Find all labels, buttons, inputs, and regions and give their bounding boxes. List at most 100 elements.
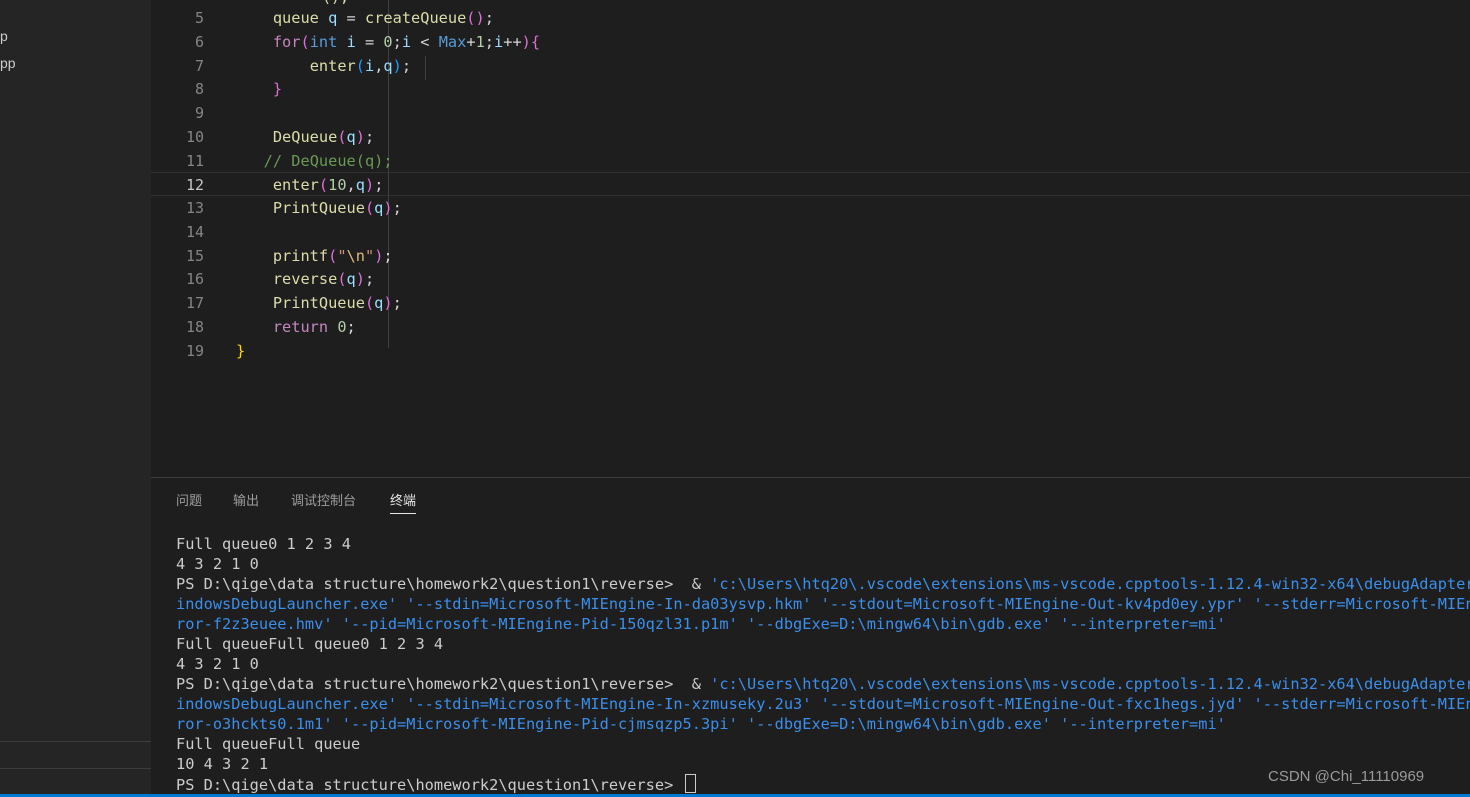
terminal-cursor	[684, 774, 696, 793]
code-token: =	[355, 32, 384, 51]
code-token: )	[364, 176, 375, 195]
code-token: "	[364, 246, 375, 265]
code-token: }	[236, 341, 246, 360]
terminal-line: Full queueFull queue	[176, 734, 1470, 754]
panel-tab[interactable]: 调试控制台	[291, 490, 356, 509]
code-text: enter(i,q);	[236, 54, 411, 78]
code-token: return	[272, 317, 329, 336]
code-token: ;	[364, 270, 375, 289]
code-line[interactable]: 9	[151, 101, 1470, 125]
terminal-output[interactable]: Full queue0 1 2 3 4 4 3 2 1 0 PS D:\qige\d…	[176, 534, 1470, 794]
code-token: ++	[503, 32, 522, 51]
code-token: (	[337, 127, 347, 146]
code-text: PrintQueue(q);	[236, 291, 402, 315]
code-token: (	[355, 56, 365, 75]
code-token: queue	[272, 9, 319, 27]
file-item-1[interactable]: p	[0, 28, 8, 44]
code-text: PrintQueue(q);	[236, 196, 402, 220]
code-text: queue q = createQueue();	[236, 6, 494, 30]
code-token: PrintQueue	[272, 294, 365, 312]
code-token: (	[364, 199, 375, 217]
code-token: (	[328, 246, 338, 265]
sidebar-divider	[0, 768, 151, 769]
code-token: =	[337, 9, 365, 27]
file-item-2[interactable]: pp	[0, 55, 16, 71]
line-number: 7	[194, 56, 204, 75]
code-line[interactable]: 5 queue q = createQueue();	[151, 6, 1470, 30]
code-token: ;	[484, 32, 495, 51]
explorer-sidebar: p pp	[0, 0, 151, 797]
code-token: )	[355, 270, 365, 289]
code-token: ;	[346, 317, 356, 336]
code-line[interactable]: 13 PrintQueue(q);	[151, 196, 1470, 220]
terminal-line: ror-f2z3euee.hmv' '--pid=Microsoft-MIEng…	[176, 614, 1470, 634]
code-text: for(int i = 0;i < Max+1;i++){	[236, 30, 540, 54]
code-line[interactable]: 16 reverse(q);	[151, 267, 1470, 291]
panel-tab[interactable]: 终端	[390, 490, 417, 514]
code-line[interactable]: 10 DeQueue(q);	[151, 125, 1470, 149]
code-token: <	[411, 32, 439, 51]
code-token: 10	[328, 176, 347, 195]
code-token: )	[521, 32, 531, 51]
terminal-text: PS D:\qige\data structure\homework2\ques…	[176, 776, 683, 794]
code-text: // DeQueue(q);	[236, 149, 393, 173]
code-token: ;	[484, 9, 494, 27]
sidebar-divider	[0, 741, 151, 742]
line-number: 19	[185, 341, 204, 360]
code-token: i	[401, 32, 412, 51]
code-token: q	[346, 127, 356, 146]
terminal-text: ror-o3hckts0.1m1' '--pid=Microsoft-MIEng…	[176, 715, 1226, 733]
code-line[interactable]: 18 return 0;	[151, 315, 1470, 339]
code-token: (	[337, 270, 347, 289]
line-number: 9	[194, 104, 204, 122]
line-number: 10	[185, 127, 204, 146]
panel-tab[interactable]: 问题	[176, 490, 202, 509]
code-text: }	[236, 339, 245, 363]
terminal-line: ror-o3hckts0.1m1' '--pid=Microsoft-MIEng…	[176, 714, 1470, 734]
code-token: 0	[337, 317, 347, 336]
code-line[interactable]: 12 enter(10,q);	[151, 172, 1470, 197]
code-token: 1	[475, 32, 485, 51]
code-token: (	[300, 32, 310, 51]
terminal-text: 4 3 2 1 0	[176, 555, 259, 573]
code-token: (	[318, 176, 329, 195]
code-token: +	[466, 32, 476, 51]
code-line[interactable]: 15 printf("\n");	[151, 244, 1470, 268]
code-line[interactable]: 11 // DeQueue(q);	[151, 149, 1470, 173]
code-line[interactable]: 19}	[151, 339, 1470, 363]
code-token: ;	[392, 199, 402, 217]
terminal-text: Full queueFull queue0 1 2 3 4	[176, 635, 444, 653]
terminal-line: Full queueFull queue0 1 2 3 4	[176, 634, 1470, 654]
terminal-text: 10 4 3 2 1	[176, 755, 269, 773]
code-token: createQueue	[364, 9, 467, 27]
terminal-text: ror-f2z3euee.hmv' '--pid=Microsoft-MIEng…	[176, 615, 1226, 633]
code-line[interactable]: 8 }	[151, 77, 1470, 101]
code-token: enter	[272, 176, 319, 195]
code-token: PrintQueue	[272, 199, 365, 217]
code-editor[interactable]: (); 5 queue q = createQueue();6 for(int …	[151, 0, 1470, 477]
terminal-line: indowsDebugLauncher.exe' '--stdin=Micros…	[176, 594, 1470, 614]
code-line[interactable]: 7 enter(i,q);	[151, 54, 1470, 78]
code-line[interactable]: 6 for(int i = 0;i < Max+1;i++){	[151, 30, 1470, 54]
code-token: )	[355, 127, 365, 146]
code-token: ;	[364, 127, 375, 146]
code-text: DeQueue(q);	[236, 125, 374, 149]
terminal-line: 4 3 2 1 0	[176, 554, 1470, 574]
code-line[interactable]: 17 PrintQueue(q);	[151, 291, 1470, 315]
line-number: 8	[194, 80, 204, 99]
code-token: printf	[272, 246, 329, 265]
panel-tab[interactable]: 输出	[233, 490, 259, 509]
code-token: \n	[346, 246, 365, 265]
code-token: int	[309, 32, 338, 51]
code-token: enter	[309, 56, 356, 75]
code-line[interactable]: 14	[151, 220, 1470, 244]
code-token: ;	[383, 246, 393, 265]
